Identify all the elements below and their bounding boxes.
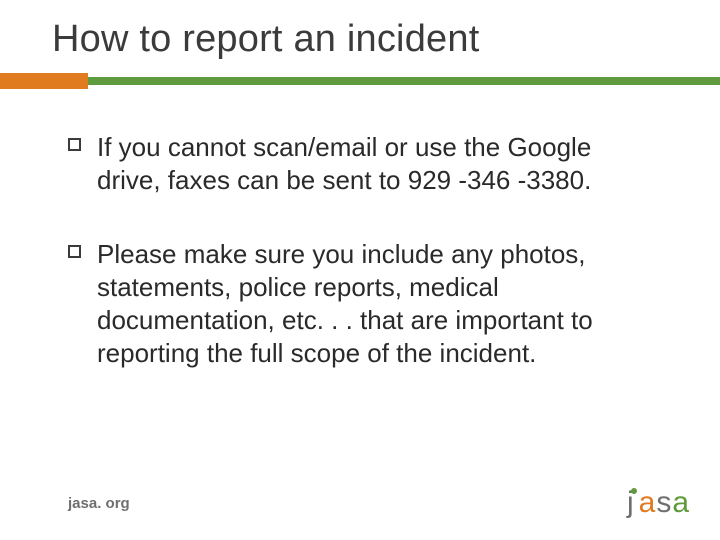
list-item: If you cannot scan/email or use the Goog…	[68, 131, 662, 198]
bullet-square-icon	[68, 138, 81, 151]
logo-letter-a: a	[639, 486, 657, 519]
bullet-square-icon	[68, 245, 81, 258]
logo: jasa	[627, 486, 690, 520]
slide-title: How to report an incident	[0, 0, 720, 73]
logo-letter-s: s	[656, 486, 672, 519]
divider-accent	[0, 73, 88, 89]
slide: How to report an incident If you cannot …	[0, 0, 720, 540]
logo-dot-icon	[631, 488, 637, 494]
bullet-text: If you cannot scan/email or use the Goog…	[97, 131, 662, 198]
footer-text: jasa. org	[68, 495, 130, 512]
logo-letter-a: a	[672, 486, 690, 519]
divider	[0, 73, 720, 89]
list-item: Please make sure you include any photos,…	[68, 238, 662, 371]
bullet-text: Please make sure you include any photos,…	[97, 238, 662, 371]
content-area: If you cannot scan/email or use the Goog…	[0, 89, 720, 371]
divider-line	[0, 77, 720, 85]
